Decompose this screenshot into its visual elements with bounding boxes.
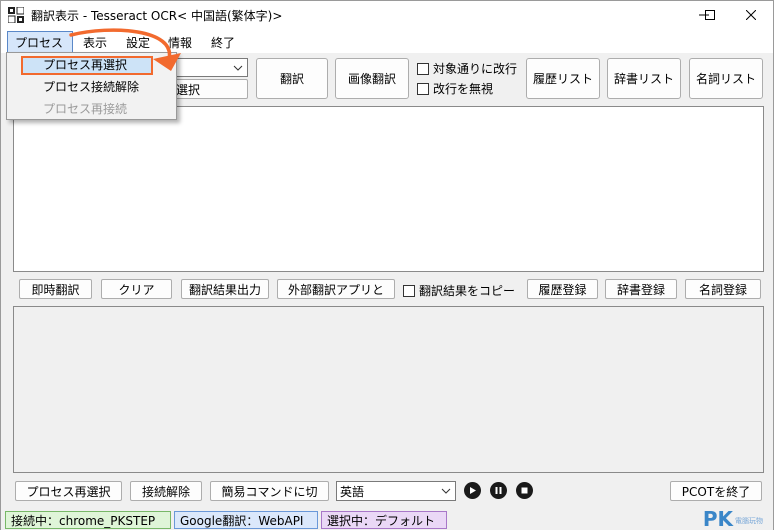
close-icon: [746, 10, 756, 20]
copy-result-label: 翻訳結果をコピー: [419, 284, 516, 298]
title-bar: 翻訳表示 - Tesseract OCR< 中国語(繁体字)>: [1, 1, 773, 29]
close-button[interactable]: [728, 1, 774, 29]
status-connected: 接続中：chrome_PKSTEP: [5, 511, 171, 529]
ignore-break-label: 改行を無視: [433, 82, 494, 96]
status-engine: Google翻訳：WebAPI: [174, 511, 318, 529]
pause-icon: [495, 487, 502, 494]
app-icon: [8, 7, 24, 23]
simple-command-button[interactable]: 簡易コマンドに切: [210, 481, 329, 501]
checkbox-box: [403, 284, 415, 297]
stop-button[interactable]: [516, 482, 533, 499]
status-selected: 選択中：デフォルト: [321, 511, 447, 529]
menu-info[interactable]: 情報: [168, 34, 192, 51]
checkbox-box: [417, 82, 429, 95]
disconnect-button[interactable]: 接続解除: [130, 481, 202, 501]
app-window: 翻訳表示 - Tesseract OCR< 中国語(繁体字)> プロセス 表示 …: [0, 0, 774, 530]
dictionary-register-button[interactable]: 辞書登録: [605, 279, 677, 299]
maximize-button[interactable]: [687, 1, 733, 29]
language-value: 英語: [340, 484, 365, 499]
line-break-checkbox[interactable]: 対象通りに改行: [417, 60, 517, 77]
noun-register-button[interactable]: 名詞登録: [685, 279, 761, 299]
output-result-button[interactable]: 翻訳結果出力: [181, 279, 269, 299]
image-translate-button[interactable]: 画像翻訳: [335, 58, 409, 99]
status-bar: 接続中：chrome_PKSTEP Google翻訳：WebAPI 選択中：デフ…: [1, 509, 773, 530]
menu-item-disconnect[interactable]: プロセス接続解除: [43, 78, 139, 95]
menu-item-reselect[interactable]: プロセス再選択: [43, 56, 127, 73]
menu-exit[interactable]: 終了: [211, 34, 235, 51]
maximize-icon: [705, 10, 715, 20]
watermark-sub: 電腦玩物: [735, 517, 763, 525]
translate-button[interactable]: 翻訳: [256, 58, 328, 99]
menu-settings[interactable]: 設定: [126, 34, 150, 51]
pause-button[interactable]: [490, 482, 507, 499]
menu-view[interactable]: 表示: [83, 34, 107, 51]
process-menu-dropdown: プロセス再選択 プロセス接続解除 プロセス再接続: [6, 52, 177, 120]
instant-translate-button[interactable]: 即時翻訳: [19, 279, 92, 299]
dictionary-list-button[interactable]: 辞書リスト: [607, 58, 681, 99]
external-app-button[interactable]: 外部翻訳アプリと: [277, 279, 395, 299]
noun-list-button[interactable]: 名詞リスト: [689, 58, 763, 99]
language-select[interactable]: 英語: [336, 481, 456, 501]
line-break-label: 対象通りに改行: [433, 62, 518, 76]
history-register-button[interactable]: 履歴登録: [527, 279, 598, 299]
clear-button[interactable]: クリア: [101, 279, 172, 299]
menu-bar: [1, 29, 773, 53]
checkbox-box: [417, 62, 429, 75]
play-button[interactable]: [464, 482, 481, 499]
ignore-break-checkbox[interactable]: 改行を無視: [417, 80, 493, 97]
source-text-area[interactable]: [13, 106, 764, 272]
watermark-logo: PK 電腦玩物: [703, 509, 763, 529]
chevron-down-icon: [441, 488, 451, 494]
quit-pcot-button[interactable]: PCOTを終了: [670, 481, 762, 501]
copy-result-checkbox[interactable]: 翻訳結果をコピー: [403, 282, 515, 299]
status-connected-text: 接続中：chrome_PKSTEP: [11, 513, 156, 528]
stop-icon: [521, 487, 528, 494]
result-text-area[interactable]: [13, 306, 764, 473]
watermark-pk: PK: [702, 507, 733, 530]
status-selected-text: 選択中：デフォルト: [327, 513, 436, 528]
select-button[interactable]: 選択: [171, 79, 248, 99]
process-combo[interactable]: [171, 58, 248, 77]
play-icon: [470, 487, 476, 494]
window-title: 翻訳表示 - Tesseract OCR< 中国語(繁体字)>: [31, 9, 283, 23]
bottom-reselect-button[interactable]: プロセス再選択: [15, 481, 122, 501]
history-list-button[interactable]: 履歴リスト: [526, 58, 600, 99]
menu-process[interactable]: プロセス: [15, 34, 63, 51]
status-engine-text: Google翻訳：WebAPI: [180, 513, 304, 528]
chevron-down-icon: [233, 65, 243, 71]
menu-item-reconnect: プロセス再接続: [43, 102, 128, 116]
